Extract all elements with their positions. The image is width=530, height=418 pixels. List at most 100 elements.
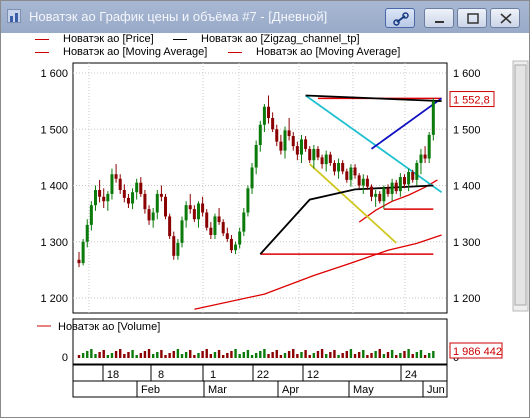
volume-bar bbox=[349, 349, 353, 358]
last-volume-label: 1 986 442 bbox=[453, 346, 502, 358]
candle-body bbox=[258, 124, 262, 145]
candle-body bbox=[357, 175, 361, 186]
candle-body bbox=[209, 227, 213, 235]
volume-bar bbox=[275, 350, 278, 358]
volume-bar bbox=[308, 355, 311, 358]
volume-bar bbox=[114, 351, 118, 358]
candle-body bbox=[271, 118, 275, 130]
volume-bar bbox=[238, 354, 241, 358]
month-label: Apr bbox=[282, 384, 299, 396]
volume-bar bbox=[77, 355, 81, 358]
vertical-scrollbar[interactable] bbox=[512, 60, 529, 312]
candle-body bbox=[287, 130, 291, 136]
candle-body bbox=[176, 242, 180, 256]
volume-bar bbox=[337, 355, 340, 358]
candle-body bbox=[320, 157, 324, 165]
volume-bar bbox=[259, 351, 262, 358]
candle-body bbox=[139, 182, 143, 194]
volume-bar bbox=[230, 351, 233, 358]
candle-body bbox=[89, 205, 93, 225]
candle-body bbox=[304, 139, 308, 149]
volume-bar bbox=[250, 355, 254, 358]
last-price-label: 1 552,8 bbox=[453, 95, 490, 107]
candle-body bbox=[81, 241, 85, 264]
month-label: Mar bbox=[208, 384, 227, 396]
volume-tick-label: 0 bbox=[62, 352, 68, 364]
chart-area: 1 600 1 600 1 500 1 500 1 400 1 400 1 300 1 300… bbox=[37, 60, 529, 398]
candle-body bbox=[407, 172, 411, 185]
candle-body bbox=[147, 209, 151, 221]
volume-bar bbox=[357, 352, 361, 358]
volume-bar bbox=[127, 352, 130, 358]
candle-body bbox=[324, 154, 328, 165]
candle-body bbox=[188, 205, 192, 210]
candle-body bbox=[135, 182, 139, 193]
candle-body bbox=[180, 220, 184, 243]
candle-body bbox=[114, 174, 118, 179]
volume-bar bbox=[160, 350, 163, 358]
volume-legend-label: Новатэк ао [Volume] bbox=[58, 321, 160, 333]
candle-body bbox=[423, 154, 427, 159]
volume-bar bbox=[279, 355, 283, 358]
candle-body bbox=[411, 172, 415, 180]
candle-body bbox=[217, 216, 221, 223]
volume-bar bbox=[197, 353, 200, 358]
candle-body bbox=[337, 163, 341, 172]
volume-bar bbox=[271, 352, 274, 358]
candle-body bbox=[143, 193, 147, 210]
month-label: Feb bbox=[141, 384, 160, 396]
candle-body bbox=[155, 193, 159, 213]
volume-bar bbox=[395, 355, 398, 358]
date-axis: 18 8 1 22 12 24 Feb Mar Apr May Jun bbox=[72, 364, 448, 398]
candle-body bbox=[349, 167, 353, 180]
volume-bar bbox=[432, 351, 435, 358]
candle-body bbox=[394, 182, 398, 192]
candle-body bbox=[345, 171, 349, 180]
scrollbar-thumb bbox=[514, 64, 527, 306]
volume-bar bbox=[403, 351, 406, 358]
candle-body bbox=[168, 216, 172, 237]
volume-bar bbox=[263, 349, 266, 358]
candle-body bbox=[353, 167, 357, 176]
price-candle bbox=[431, 98, 435, 141]
volume-bar bbox=[304, 350, 307, 358]
candle-body bbox=[386, 188, 390, 194]
price-tick-label-left: 1 200 bbox=[40, 293, 68, 305]
volume-bar bbox=[382, 354, 386, 358]
volume-bar bbox=[135, 355, 138, 358]
candle-body bbox=[427, 134, 431, 159]
candle-body bbox=[225, 233, 229, 239]
price-candle bbox=[164, 193, 168, 220]
candle-body bbox=[267, 106, 271, 118]
volume-bar bbox=[407, 349, 410, 358]
candle-body bbox=[295, 146, 299, 155]
price-tick-label-left: 1 400 bbox=[40, 181, 68, 193]
price-tick-label-right: 1 300 bbox=[453, 237, 481, 249]
volume-bar bbox=[176, 349, 180, 358]
price-tick-label-right: 1 500 bbox=[453, 124, 481, 136]
volume-bar bbox=[90, 349, 93, 358]
volume-bar bbox=[366, 355, 369, 358]
volume-bar bbox=[292, 349, 295, 358]
volume-bar bbox=[428, 353, 431, 358]
candle-body bbox=[419, 154, 423, 163]
month-label: May bbox=[353, 384, 374, 396]
volume-bar bbox=[168, 353, 171, 358]
candle-body bbox=[242, 212, 246, 232]
candle-body bbox=[110, 174, 114, 194]
volume-bar bbox=[254, 353, 258, 358]
volume-bar bbox=[180, 354, 184, 358]
candle-body bbox=[122, 190, 126, 198]
candle-body bbox=[365, 178, 369, 187]
candle-body bbox=[196, 203, 200, 220]
volume-bar bbox=[246, 350, 250, 358]
day-label: 18 bbox=[107, 369, 119, 381]
candle-body bbox=[308, 148, 312, 161]
volume-bar bbox=[164, 355, 167, 358]
volume-panel: Новатэк ао [Volume]001 986 442 bbox=[37, 318, 503, 365]
candle-body bbox=[291, 136, 295, 147]
volume-bar bbox=[333, 350, 336, 358]
candle-body bbox=[254, 145, 258, 168]
day-label: 1 bbox=[210, 369, 216, 381]
candle-body bbox=[172, 236, 176, 256]
